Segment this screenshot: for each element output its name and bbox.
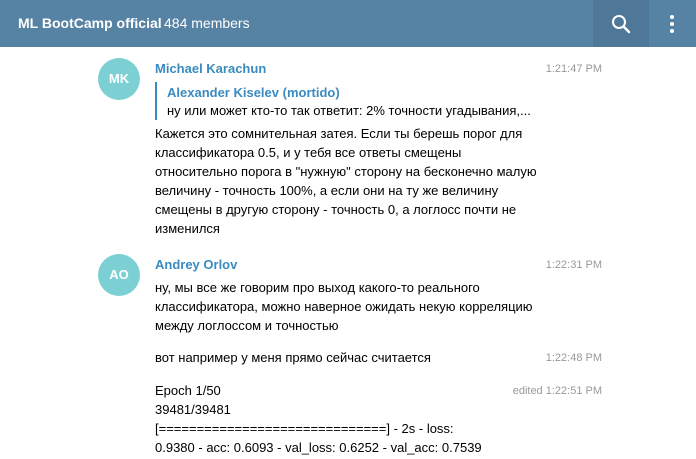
message-line: [==============================] - 2s - … <box>155 421 454 436</box>
message-time: 1:21:47 PM <box>545 63 602 75</box>
search-icon <box>612 15 631 34</box>
message-text: Epoch 1/50 39481/39481 [================… <box>155 381 535 457</box>
message-line: 39481/39481 <box>155 402 231 417</box>
message-time: 1:22:48 PM <box>545 352 602 364</box>
message-line: между логлоссом и точностью <box>155 318 339 333</box>
reply-text: ну или может кто-то так ответит: 2% точн… <box>167 103 531 118</box>
message-line: относительно порога в "нужную" сторону н… <box>155 164 537 179</box>
reply-quote[interactable]: Alexander Kiselev (mortido) ну или может… <box>155 82 557 120</box>
message-line: классификатора, можно наверное ожидать н… <box>155 299 533 314</box>
avatar[interactable]: AO <box>98 254 140 296</box>
message-line: Кажется это сомнительная затея. Если ты … <box>155 126 523 141</box>
message-time: 1:22:31 PM <box>545 259 602 271</box>
message-text: ну, мы все же говорим про выход какого-т… <box>155 278 535 335</box>
message-line: 0.9380 - acc: 0.6093 - val_loss: 0.6252 … <box>155 440 482 455</box>
message-line: Epoch 1/50 <box>155 383 221 398</box>
message-author[interactable]: Andrey Orlov <box>155 257 237 272</box>
chat-title[interactable]: ML BootCamp official <box>18 15 162 31</box>
more-menu-button[interactable] <box>649 0 696 47</box>
message-line: величину - точность 100%, а если они на … <box>155 183 499 198</box>
message-line: вот например у меня прямо сейчас считает… <box>155 350 431 365</box>
reply-author: Alexander Kiselev (mortido) <box>167 85 340 100</box>
chat-header: ML BootCamp official 484 members <box>0 0 696 47</box>
members-count[interactable]: 484 members <box>164 15 250 31</box>
more-vertical-icon <box>670 15 674 33</box>
message-line: классификатора 0.5, и у тебя все ответы … <box>155 145 462 160</box>
message-line: ну, мы все же говорим про выход какого-т… <box>155 280 480 295</box>
search-button[interactable] <box>593 0 649 47</box>
message-author[interactable]: Michael Karachun <box>155 61 266 76</box>
avatar[interactable]: MK <box>98 58 140 100</box>
message-line: изменился <box>155 221 220 236</box>
message-line: смещены в другую сторону - точность 0, а… <box>155 202 517 217</box>
message-text: Кажется это сомнительная затея. Если ты … <box>155 124 537 238</box>
message-text: вот например у меня прямо сейчас считает… <box>155 348 535 367</box>
